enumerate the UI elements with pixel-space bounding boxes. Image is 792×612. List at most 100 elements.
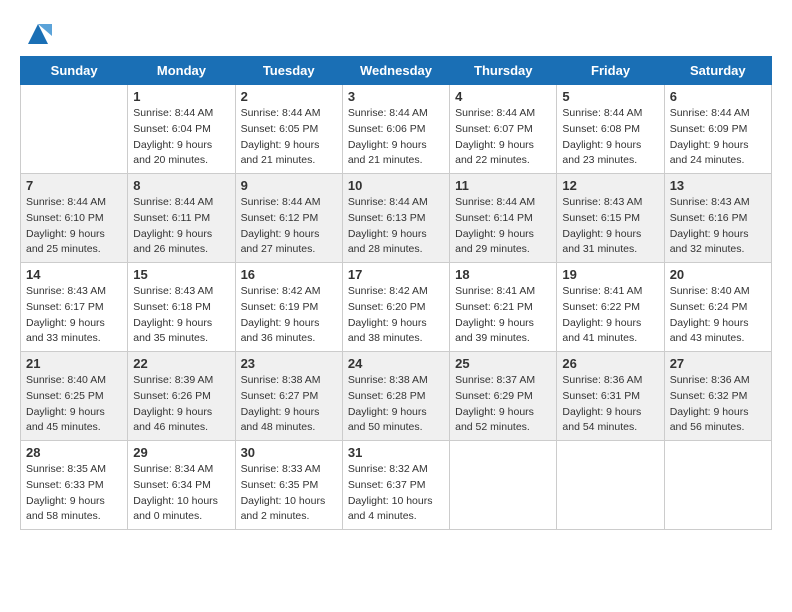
- day-info: Sunrise: 8:44 AM Sunset: 6:12 PM Dayligh…: [241, 195, 337, 258]
- day-info: Sunrise: 8:37 AM Sunset: 6:29 PM Dayligh…: [455, 373, 551, 436]
- calendar-cell: 16 Sunrise: 8:42 AM Sunset: 6:19 PM Dayli…: [235, 263, 342, 352]
- day-number: 2: [241, 89, 337, 104]
- calendar-cell: 13 Sunrise: 8:43 AM Sunset: 6:16 PM Dayli…: [664, 174, 771, 263]
- calendar-header-row: SundayMondayTuesdayWednesdayThursdayFrid…: [21, 57, 772, 85]
- day-number: 9: [241, 178, 337, 193]
- calendar-week-row: 21Sunrise: 8:40 AM Sunset: 6:25 PM Dayli…: [21, 352, 772, 441]
- day-header-sunday: Sunday: [21, 57, 128, 85]
- day-info: Sunrise: 8:38 AM Sunset: 6:27 PM Dayligh…: [241, 373, 337, 436]
- day-header-saturday: Saturday: [664, 57, 771, 85]
- calendar-cell: 15 Sunrise: 8:43 AM Sunset: 6:18 PM Dayli…: [128, 263, 235, 352]
- calendar-cell: 12 Sunrise: 8:43 AM Sunset: 6:15 PM Dayli…: [557, 174, 664, 263]
- day-number: 16: [241, 267, 337, 282]
- calendar-cell: [450, 441, 557, 530]
- day-number: 20: [670, 267, 766, 282]
- day-info: Sunrise: 8:34 AM Sunset: 6:34 PM Dayligh…: [133, 462, 229, 525]
- day-info: Sunrise: 8:44 AM Sunset: 6:04 PM Dayligh…: [133, 106, 229, 169]
- day-info: Sunrise: 8:44 AM Sunset: 6:11 PM Dayligh…: [133, 195, 229, 258]
- calendar-cell: 26 Sunrise: 8:36 AM Sunset: 6:31 PM Dayli…: [557, 352, 664, 441]
- day-info: Sunrise: 8:43 AM Sunset: 6:17 PM Dayligh…: [26, 284, 122, 347]
- calendar-cell: 9 Sunrise: 8:44 AM Sunset: 6:12 PM Daylig…: [235, 174, 342, 263]
- day-number: 31: [348, 445, 444, 460]
- calendar-cell: 7 Sunrise: 8:44 AM Sunset: 6:10 PM Daylig…: [21, 174, 128, 263]
- calendar-cell: 17 Sunrise: 8:42 AM Sunset: 6:20 PM Dayli…: [342, 263, 449, 352]
- day-number: 23: [241, 356, 337, 371]
- day-number: 5: [562, 89, 658, 104]
- day-number: 14: [26, 267, 122, 282]
- calendar-cell: 6 Sunrise: 8:44 AM Sunset: 6:09 PM Daylig…: [664, 85, 771, 174]
- day-number: 24: [348, 356, 444, 371]
- logo-icon: [24, 20, 52, 48]
- calendar-week-row: 14 Sunrise: 8:43 AM Sunset: 6:17 PM Dayli…: [21, 263, 772, 352]
- calendar-cell: 18 Sunrise: 8:41 AM Sunset: 6:21 PM Dayli…: [450, 263, 557, 352]
- calendar-cell: 31 Sunrise: 8:32 AM Sunset: 6:37 PM Dayli…: [342, 441, 449, 530]
- day-number: 8: [133, 178, 229, 193]
- calendar-cell: 22Sunrise: 8:39 AM Sunset: 6:26 PM Dayli…: [128, 352, 235, 441]
- calendar-cell: 10 Sunrise: 8:44 AM Sunset: 6:13 PM Dayli…: [342, 174, 449, 263]
- day-number: 19: [562, 267, 658, 282]
- day-info: Sunrise: 8:42 AM Sunset: 6:19 PM Dayligh…: [241, 284, 337, 347]
- day-info: Sunrise: 8:42 AM Sunset: 6:20 PM Dayligh…: [348, 284, 444, 347]
- day-info: Sunrise: 8:44 AM Sunset: 6:05 PM Dayligh…: [241, 106, 337, 169]
- day-number: 17: [348, 267, 444, 282]
- day-info: Sunrise: 8:41 AM Sunset: 6:22 PM Dayligh…: [562, 284, 658, 347]
- day-info: Sunrise: 8:44 AM Sunset: 6:08 PM Dayligh…: [562, 106, 658, 169]
- day-number: 4: [455, 89, 551, 104]
- day-number: 18: [455, 267, 551, 282]
- day-number: 15: [133, 267, 229, 282]
- calendar-week-row: 7 Sunrise: 8:44 AM Sunset: 6:10 PM Daylig…: [21, 174, 772, 263]
- day-number: 26: [562, 356, 658, 371]
- day-info: Sunrise: 8:35 AM Sunset: 6:33 PM Dayligh…: [26, 462, 122, 525]
- calendar-cell: 27 Sunrise: 8:36 AM Sunset: 6:32 PM Dayli…: [664, 352, 771, 441]
- day-number: 12: [562, 178, 658, 193]
- calendar-cell: 30Sunrise: 8:33 AM Sunset: 6:35 PM Dayli…: [235, 441, 342, 530]
- day-number: 1: [133, 89, 229, 104]
- calendar-week-row: 1 Sunrise: 8:44 AM Sunset: 6:04 PM Daylig…: [21, 85, 772, 174]
- day-info: Sunrise: 8:44 AM Sunset: 6:10 PM Dayligh…: [26, 195, 122, 258]
- day-info: Sunrise: 8:44 AM Sunset: 6:06 PM Dayligh…: [348, 106, 444, 169]
- calendar-cell: 2 Sunrise: 8:44 AM Sunset: 6:05 PM Daylig…: [235, 85, 342, 174]
- day-info: Sunrise: 8:36 AM Sunset: 6:31 PM Dayligh…: [562, 373, 658, 436]
- day-number: 25: [455, 356, 551, 371]
- day-number: 27: [670, 356, 766, 371]
- day-header-monday: Monday: [128, 57, 235, 85]
- day-info: Sunrise: 8:32 AM Sunset: 6:37 PM Dayligh…: [348, 462, 444, 525]
- logo: [20, 20, 52, 48]
- calendar-cell: 25 Sunrise: 8:37 AM Sunset: 6:29 PM Dayli…: [450, 352, 557, 441]
- day-number: 11: [455, 178, 551, 193]
- calendar-cell: [664, 441, 771, 530]
- day-info: Sunrise: 8:43 AM Sunset: 6:18 PM Dayligh…: [133, 284, 229, 347]
- day-number: 10: [348, 178, 444, 193]
- day-info: Sunrise: 8:44 AM Sunset: 6:07 PM Dayligh…: [455, 106, 551, 169]
- day-info: Sunrise: 8:43 AM Sunset: 6:15 PM Dayligh…: [562, 195, 658, 258]
- calendar-cell: 20 Sunrise: 8:40 AM Sunset: 6:24 PM Dayli…: [664, 263, 771, 352]
- day-info: Sunrise: 8:40 AM Sunset: 6:24 PM Dayligh…: [670, 284, 766, 347]
- day-info: Sunrise: 8:44 AM Sunset: 6:09 PM Dayligh…: [670, 106, 766, 169]
- calendar-cell: 4 Sunrise: 8:44 AM Sunset: 6:07 PM Daylig…: [450, 85, 557, 174]
- day-header-tuesday: Tuesday: [235, 57, 342, 85]
- calendar-cell: 3Sunrise: 8:44 AM Sunset: 6:06 PM Daylig…: [342, 85, 449, 174]
- day-info: Sunrise: 8:43 AM Sunset: 6:16 PM Dayligh…: [670, 195, 766, 258]
- day-info: Sunrise: 8:39 AM Sunset: 6:26 PM Dayligh…: [133, 373, 229, 436]
- calendar-cell: 11 Sunrise: 8:44 AM Sunset: 6:14 PM Dayli…: [450, 174, 557, 263]
- day-header-thursday: Thursday: [450, 57, 557, 85]
- calendar-cell: 29 Sunrise: 8:34 AM Sunset: 6:34 PM Dayli…: [128, 441, 235, 530]
- day-number: 13: [670, 178, 766, 193]
- day-number: 7: [26, 178, 122, 193]
- day-number: 29: [133, 445, 229, 460]
- day-info: Sunrise: 8:38 AM Sunset: 6:28 PM Dayligh…: [348, 373, 444, 436]
- calendar-cell: 28Sunrise: 8:35 AM Sunset: 6:33 PM Dayli…: [21, 441, 128, 530]
- day-info: Sunrise: 8:33 AM Sunset: 6:35 PM Dayligh…: [241, 462, 337, 525]
- day-info: Sunrise: 8:44 AM Sunset: 6:14 PM Dayligh…: [455, 195, 551, 258]
- calendar-table: SundayMondayTuesdayWednesdayThursdayFrid…: [20, 56, 772, 530]
- day-info: Sunrise: 8:36 AM Sunset: 6:32 PM Dayligh…: [670, 373, 766, 436]
- day-number: 6: [670, 89, 766, 104]
- day-info: Sunrise: 8:44 AM Sunset: 6:13 PM Dayligh…: [348, 195, 444, 258]
- calendar-cell: 23 Sunrise: 8:38 AM Sunset: 6:27 PM Dayli…: [235, 352, 342, 441]
- day-header-wednesday: Wednesday: [342, 57, 449, 85]
- day-header-friday: Friday: [557, 57, 664, 85]
- day-info: Sunrise: 8:41 AM Sunset: 6:21 PM Dayligh…: [455, 284, 551, 347]
- day-number: 21: [26, 356, 122, 371]
- calendar-cell: 5 Sunrise: 8:44 AM Sunset: 6:08 PM Daylig…: [557, 85, 664, 174]
- calendar-cell: 21Sunrise: 8:40 AM Sunset: 6:25 PM Dayli…: [21, 352, 128, 441]
